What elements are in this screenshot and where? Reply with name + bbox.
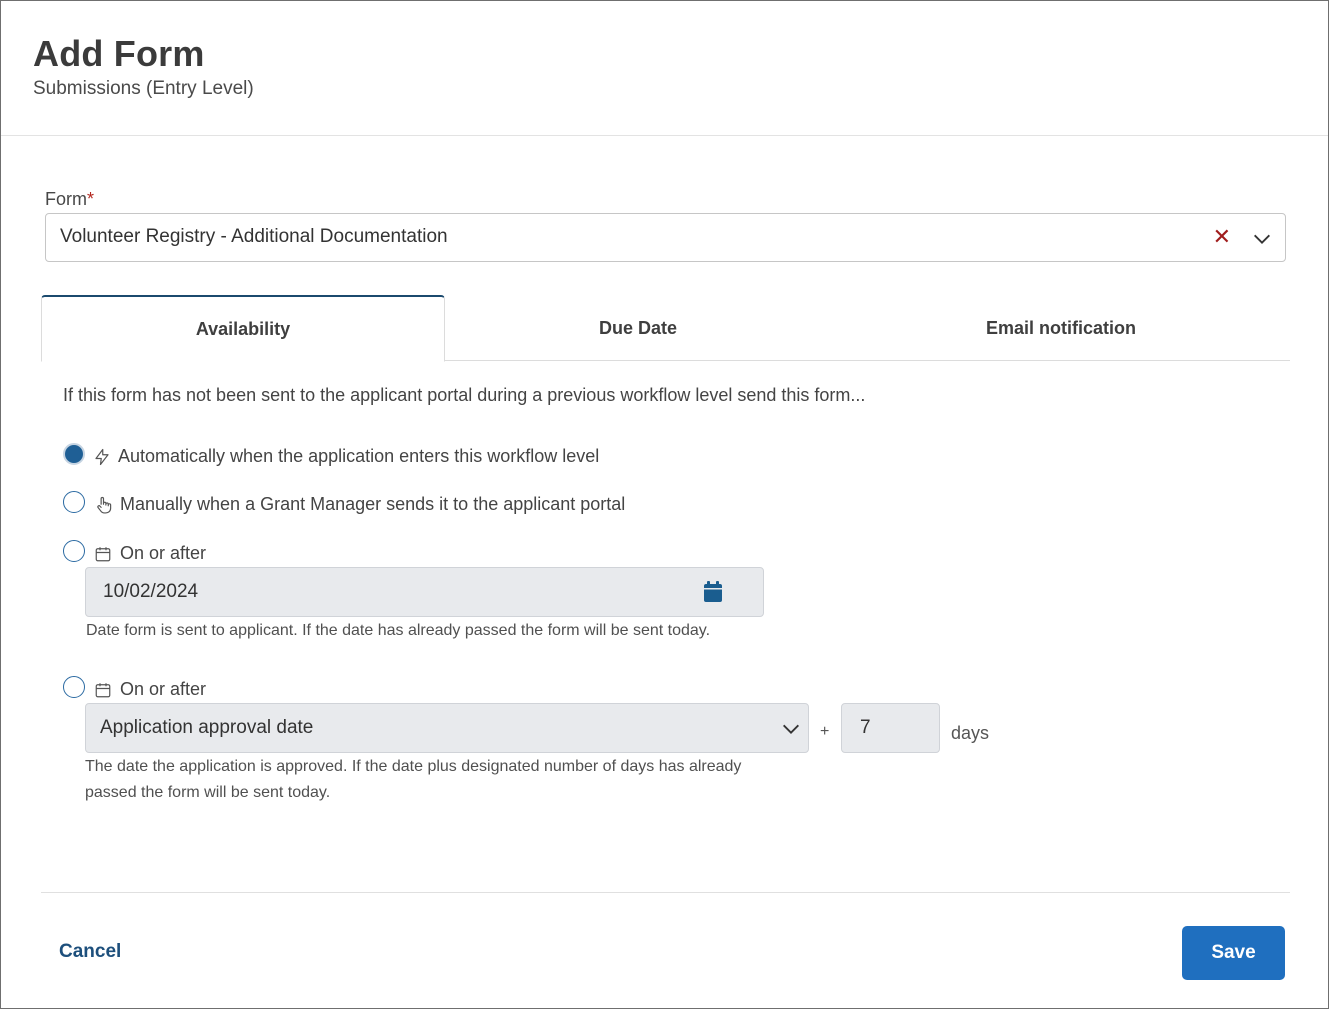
form-select[interactable]: Volunteer Registry - Additional Document… (45, 213, 1286, 262)
date-input-value: 10/02/2024 (103, 581, 199, 602)
option-date-label: On or after (120, 543, 207, 563)
radio-on-or-after-relative[interactable] (63, 676, 85, 698)
radio-on-or-after-date[interactable] (63, 540, 85, 562)
page-title: Add Form (33, 33, 205, 74)
radio-automatic[interactable] (63, 443, 85, 465)
tab-availability[interactable]: Availability (41, 295, 445, 362)
option-relative-label: On or after (120, 679, 207, 699)
required-mark: * (87, 189, 95, 209)
add-form-dialog: Add Form Submissions (Entry Level) Form*… (0, 0, 1329, 1009)
hand-pointer-icon (97, 496, 112, 514)
option-automatic-label: Automatically when the application enter… (118, 446, 600, 466)
tab-due-date[interactable]: Due Date (445, 295, 831, 361)
date-help-text: Date form is sent to applicant. If the d… (86, 622, 711, 639)
plus-sign: + (820, 723, 830, 740)
tab-label: Availability (195, 318, 291, 339)
days-input-value: 7 (860, 717, 871, 738)
footer-divider (41, 892, 1290, 893)
date-input[interactable]: 10/02/2024 (85, 567, 764, 617)
option-manual-label: Manually when a Grant Manager sends it t… (120, 494, 626, 514)
relative-date-select-value: Application approval date (100, 717, 314, 738)
days-label: days (951, 723, 990, 743)
chevron-down-icon[interactable] (780, 718, 802, 740)
relative-date-select[interactable]: Application approval date (85, 703, 809, 753)
calendar-icon (95, 547, 111, 562)
page-subtitle: Submissions (Entry Level) (33, 78, 254, 99)
tab-label: Due Date (598, 317, 678, 338)
calendar-icon[interactable] (703, 581, 723, 603)
chevron-down-icon[interactable] (1251, 228, 1273, 250)
dialog-header: Add Form Submissions (Entry Level) (1, 1, 1328, 136)
lightning-icon (95, 448, 109, 466)
radio-manual[interactable] (63, 491, 85, 513)
form-field-label: Form* (45, 189, 94, 210)
close-icon[interactable]: ✕ (1213, 224, 1231, 250)
days-input[interactable]: 7 (841, 703, 940, 753)
tab-bar: Availability Due Date Email notification (41, 295, 1290, 362)
relative-help-text-line2: passed the form will be sent today. (85, 784, 331, 801)
form-field-label-text: Form (45, 189, 87, 209)
relative-help-text-line1: The date the application is approved. If… (85, 758, 742, 775)
save-button[interactable]: Save (1182, 926, 1285, 980)
cancel-button[interactable]: Cancel (59, 941, 121, 963)
availability-intro: If this form has not been sent to the ap… (63, 385, 866, 405)
form-select-value: Volunteer Registry - Additional Document… (60, 226, 448, 247)
tab-email-notification[interactable]: Email notification (851, 295, 1271, 361)
tab-label: Email notification (985, 317, 1136, 338)
calendar-icon (95, 683, 111, 698)
